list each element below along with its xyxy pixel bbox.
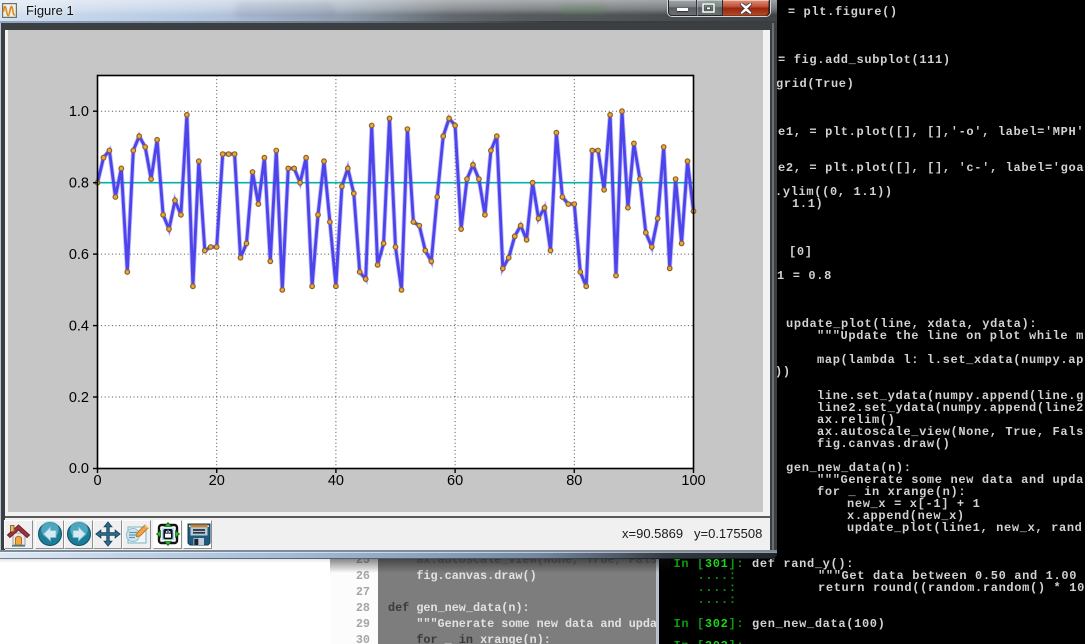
svg-text:0: 0 [93, 473, 101, 489]
svg-text:0.6: 0.6 [69, 247, 89, 263]
svg-text:60: 60 [447, 473, 463, 489]
svg-text:20: 20 [209, 473, 225, 489]
svg-text:80: 80 [566, 473, 582, 489]
svg-text:0.8: 0.8 [69, 176, 89, 192]
svg-text:1.0: 1.0 [69, 104, 89, 120]
svg-text:0.0: 0.0 [69, 461, 89, 477]
svg-text:40: 40 [328, 473, 344, 489]
svg-text:100: 100 [681, 473, 705, 489]
svg-text:0.4: 0.4 [69, 319, 89, 335]
svg-text:0.2: 0.2 [69, 390, 89, 406]
